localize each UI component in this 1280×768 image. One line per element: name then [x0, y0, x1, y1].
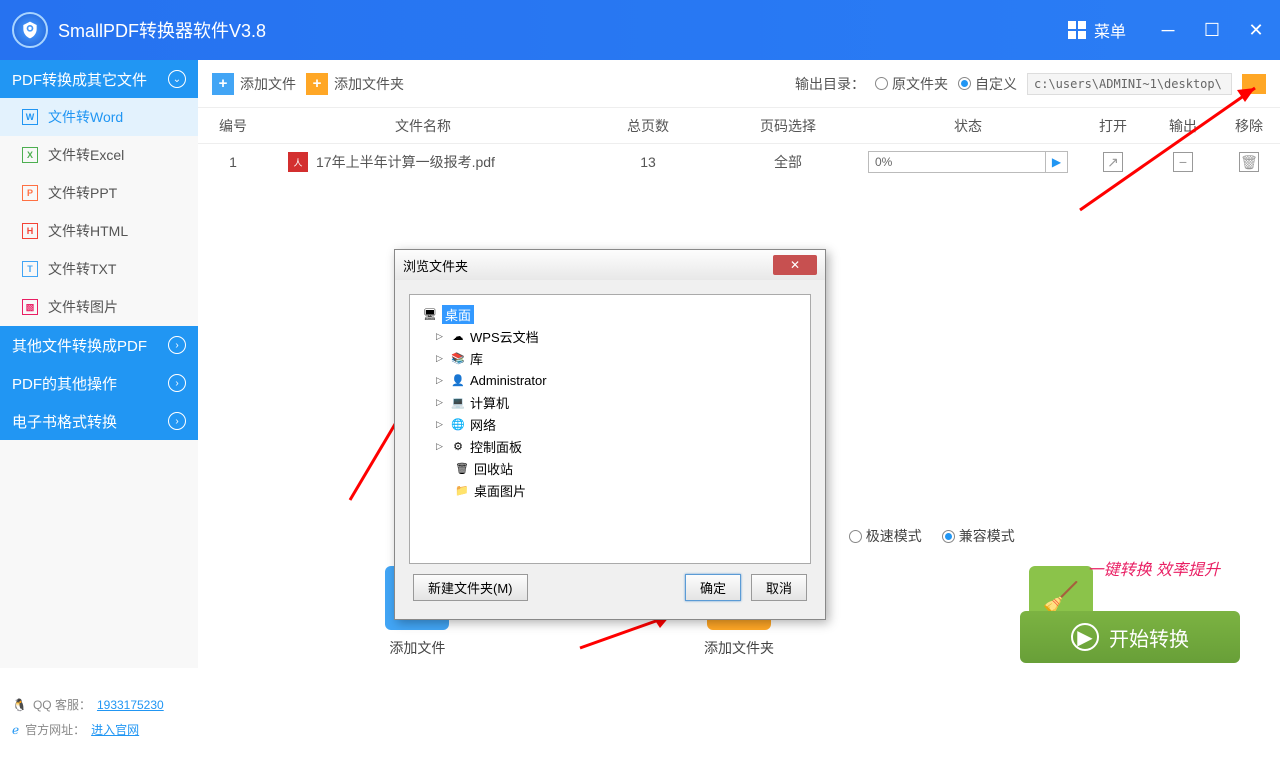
cancel-button[interactable]: 取消: [751, 574, 807, 601]
tree-item[interactable]: 📁桌面图片: [418, 479, 802, 501]
expander-icon: ▷: [436, 331, 446, 342]
dialog-close-button[interactable]: ✕: [773, 255, 817, 275]
tree-item[interactable]: ▷👤Administrator: [418, 369, 802, 391]
new-folder-button[interactable]: 新建文件夹(M): [413, 574, 528, 601]
tree-item[interactable]: 🗑回收站: [418, 457, 802, 479]
control-panel-icon: ⚙: [450, 438, 466, 454]
expander-icon: ▷: [436, 441, 446, 452]
dialog-overlay: 浏览文件夹 ✕ 🖥桌面 ▷☁WPS云文档 ▷📚库 ▷👤Administrator…: [0, 0, 1280, 768]
tree-item[interactable]: ▷⚙控制面板: [418, 435, 802, 457]
tree-item[interactable]: ▷☁WPS云文档: [418, 325, 802, 347]
ok-button[interactable]: 确定: [685, 574, 741, 601]
recycle-icon: 🗑: [454, 460, 470, 476]
folder-tree[interactable]: 🖥桌面 ▷☁WPS云文档 ▷📚库 ▷👤Administrator ▷💻计算机 ▷…: [409, 294, 811, 564]
browse-folder-dialog: 浏览文件夹 ✕ 🖥桌面 ▷☁WPS云文档 ▷📚库 ▷👤Administrator…: [394, 249, 826, 620]
user-icon: 👤: [450, 372, 466, 388]
desktop-icon: 🖥: [422, 306, 438, 322]
expander-icon: ▷: [436, 397, 446, 408]
expander-icon: ▷: [436, 419, 446, 430]
expander-icon: ▷: [436, 353, 446, 364]
library-icon: 📚: [450, 350, 466, 366]
dialog-titlebar[interactable]: 浏览文件夹 ✕: [395, 250, 825, 280]
tree-item[interactable]: ▷💻计算机: [418, 391, 802, 413]
network-icon: 🌐: [450, 416, 466, 432]
tree-item-desktop[interactable]: 🖥桌面: [418, 303, 802, 325]
folder-icon: 📁: [454, 482, 470, 498]
cloud-icon: ☁: [450, 328, 466, 344]
tree-item[interactable]: ▷📚库: [418, 347, 802, 369]
tree-item[interactable]: ▷🌐网络: [418, 413, 802, 435]
computer-icon: 💻: [450, 394, 466, 410]
expander-icon: ▷: [436, 375, 446, 386]
